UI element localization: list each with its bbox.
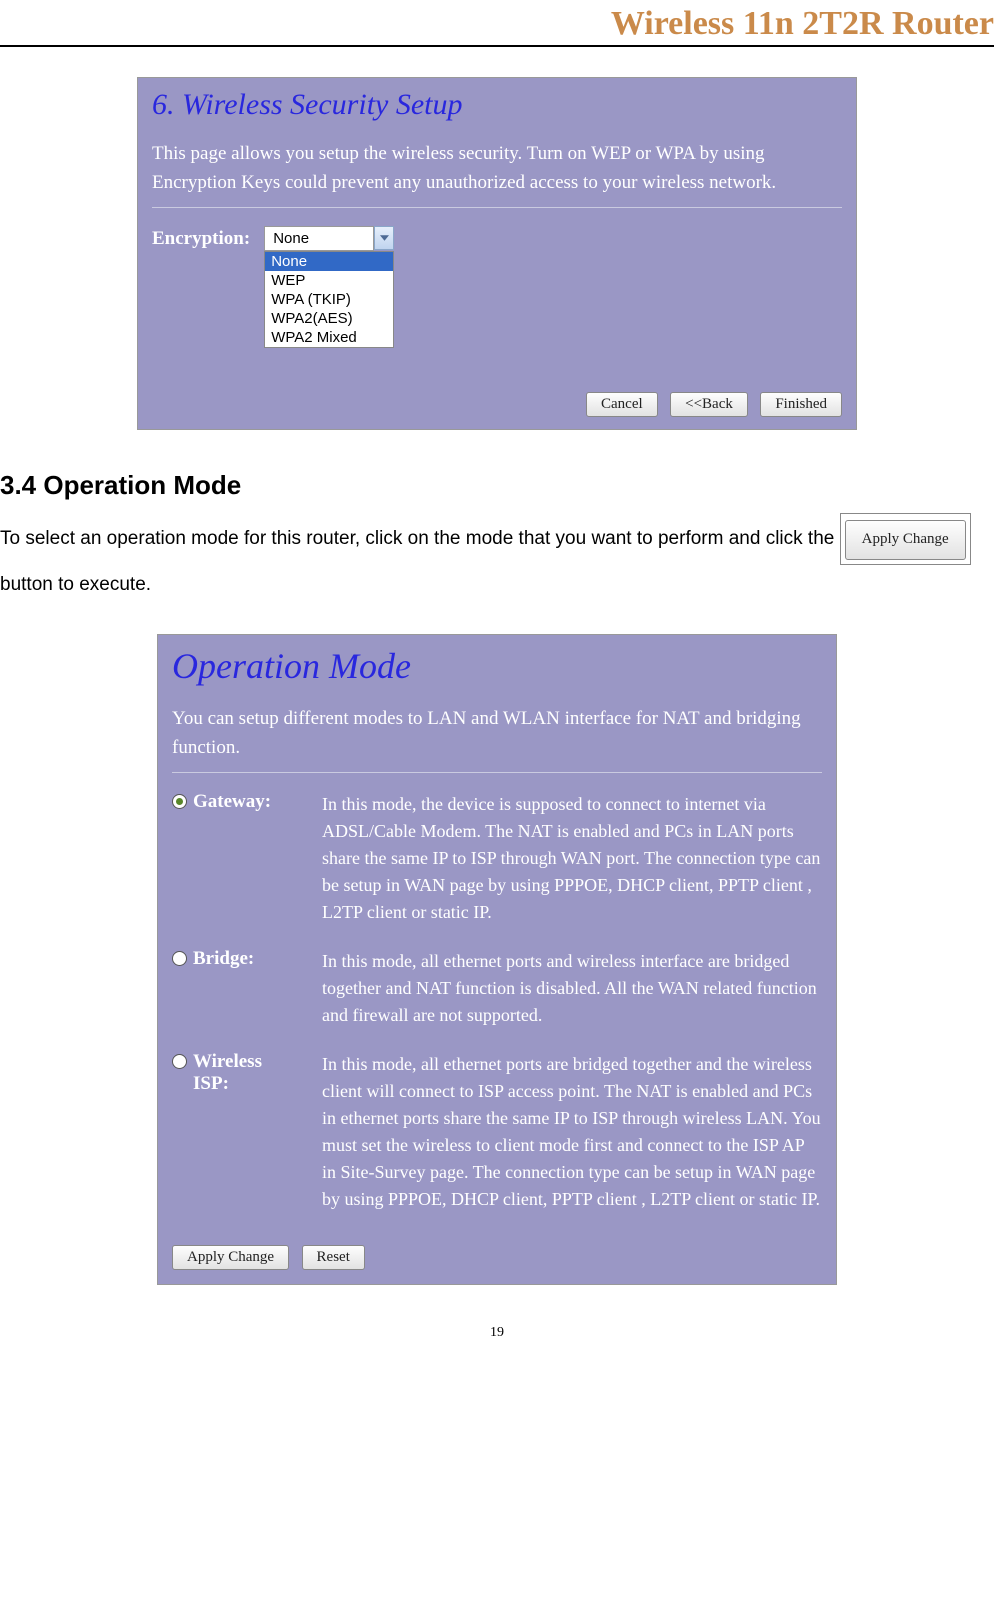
operation-mode-panel: Operation Mode You can setup different m… [157, 634, 837, 1285]
radio-col-wisp[interactable]: Wireless ISP: [172, 1051, 292, 1095]
mode-row-wisp: Wireless ISP: In this mode, all ethernet… [172, 1051, 822, 1213]
mode-label-gateway: Gateway: [193, 791, 271, 813]
wizard-title: 6. Wireless Security Setup [152, 88, 842, 122]
separator-2 [172, 772, 822, 773]
radio-wisp[interactable] [172, 1054, 187, 1069]
encryption-row: Encryption: None None WEP WPA (TKIP) WPA… [152, 226, 842, 348]
radio-gateway[interactable] [172, 794, 187, 809]
radio-col-gateway[interactable]: Gateway: [172, 791, 292, 813]
wizard-button-row: Cancel <<Back Finished [152, 384, 842, 417]
mode-row-bridge: Bridge: In this mode, all ethernet ports… [172, 948, 822, 1029]
finished-button[interactable]: Finished [760, 392, 842, 417]
wizard-desc: This page allows you setup the wireless … [152, 140, 842, 197]
mode-label-wisp: Wireless ISP: [193, 1051, 292, 1095]
dropdown-item-wpa2mixed[interactable]: WPA2 Mixed [265, 328, 393, 347]
mode-label-bridge: Bridge: [193, 948, 254, 970]
select-top[interactable]: None [264, 226, 394, 251]
section-paragraph: To select an operation mode for this rou… [0, 513, 994, 604]
figure-wrap-2: Operation Mode You can setup different m… [0, 634, 994, 1285]
dropdown-list: None WEP WPA (TKIP) WPA2(AES) WPA2 Mixed [264, 251, 394, 348]
apply-change-button[interactable]: Apply Change [172, 1245, 289, 1270]
separator [152, 207, 842, 208]
reset-button[interactable]: Reset [302, 1245, 365, 1270]
dropdown-item-wep[interactable]: WEP [265, 271, 393, 290]
page-number: 19 [0, 1325, 994, 1351]
page-title: Wireless 11n 2T2R Router [611, 5, 994, 42]
select-display: None [264, 226, 374, 251]
wizard-panel: 6. Wireless Security Setup This page all… [137, 77, 857, 430]
opmode-desc: You can setup different modes to LAN and… [172, 705, 822, 762]
dropdown-item-wpa[interactable]: WPA (TKIP) [265, 290, 393, 309]
opmode-button-row: Apply Change Reset [172, 1235, 822, 1270]
section-heading: 3.4 Operation Mode [0, 470, 994, 501]
figure-wrap-1: 6. Wireless Security Setup This page all… [0, 77, 994, 430]
para-before: To select an operation mode for this rou… [0, 528, 840, 549]
mode-desc-gateway: In this mode, the device is supposed to … [322, 791, 822, 926]
para-after: button to execute. [0, 574, 151, 595]
cancel-button[interactable]: Cancel [586, 392, 658, 417]
radio-bridge[interactable] [172, 951, 187, 966]
mode-desc-wisp: In this mode, all ethernet ports are bri… [322, 1051, 822, 1213]
page-header: Wireless 11n 2T2R Router [0, 0, 994, 47]
chevron-down-icon[interactable] [374, 226, 394, 250]
mode-desc-bridge: In this mode, all ethernet ports and wir… [322, 948, 822, 1029]
encryption-label: Encryption: [152, 226, 250, 250]
mode-row-gateway: Gateway: In this mode, the device is sup… [172, 791, 822, 926]
dropdown-item-wpa2[interactable]: WPA2(AES) [265, 309, 393, 328]
encryption-select[interactable]: None None WEP WPA (TKIP) WPA2(AES) WPA2 … [264, 226, 394, 348]
inline-button-wrap: Apply Change [840, 513, 971, 565]
apply-change-inline-button[interactable]: Apply Change [845, 520, 966, 560]
back-button[interactable]: <<Back [670, 392, 748, 417]
opmode-title: Operation Mode [172, 645, 822, 687]
dropdown-item-none[interactable]: None [265, 252, 393, 271]
radio-col-bridge[interactable]: Bridge: [172, 948, 292, 970]
